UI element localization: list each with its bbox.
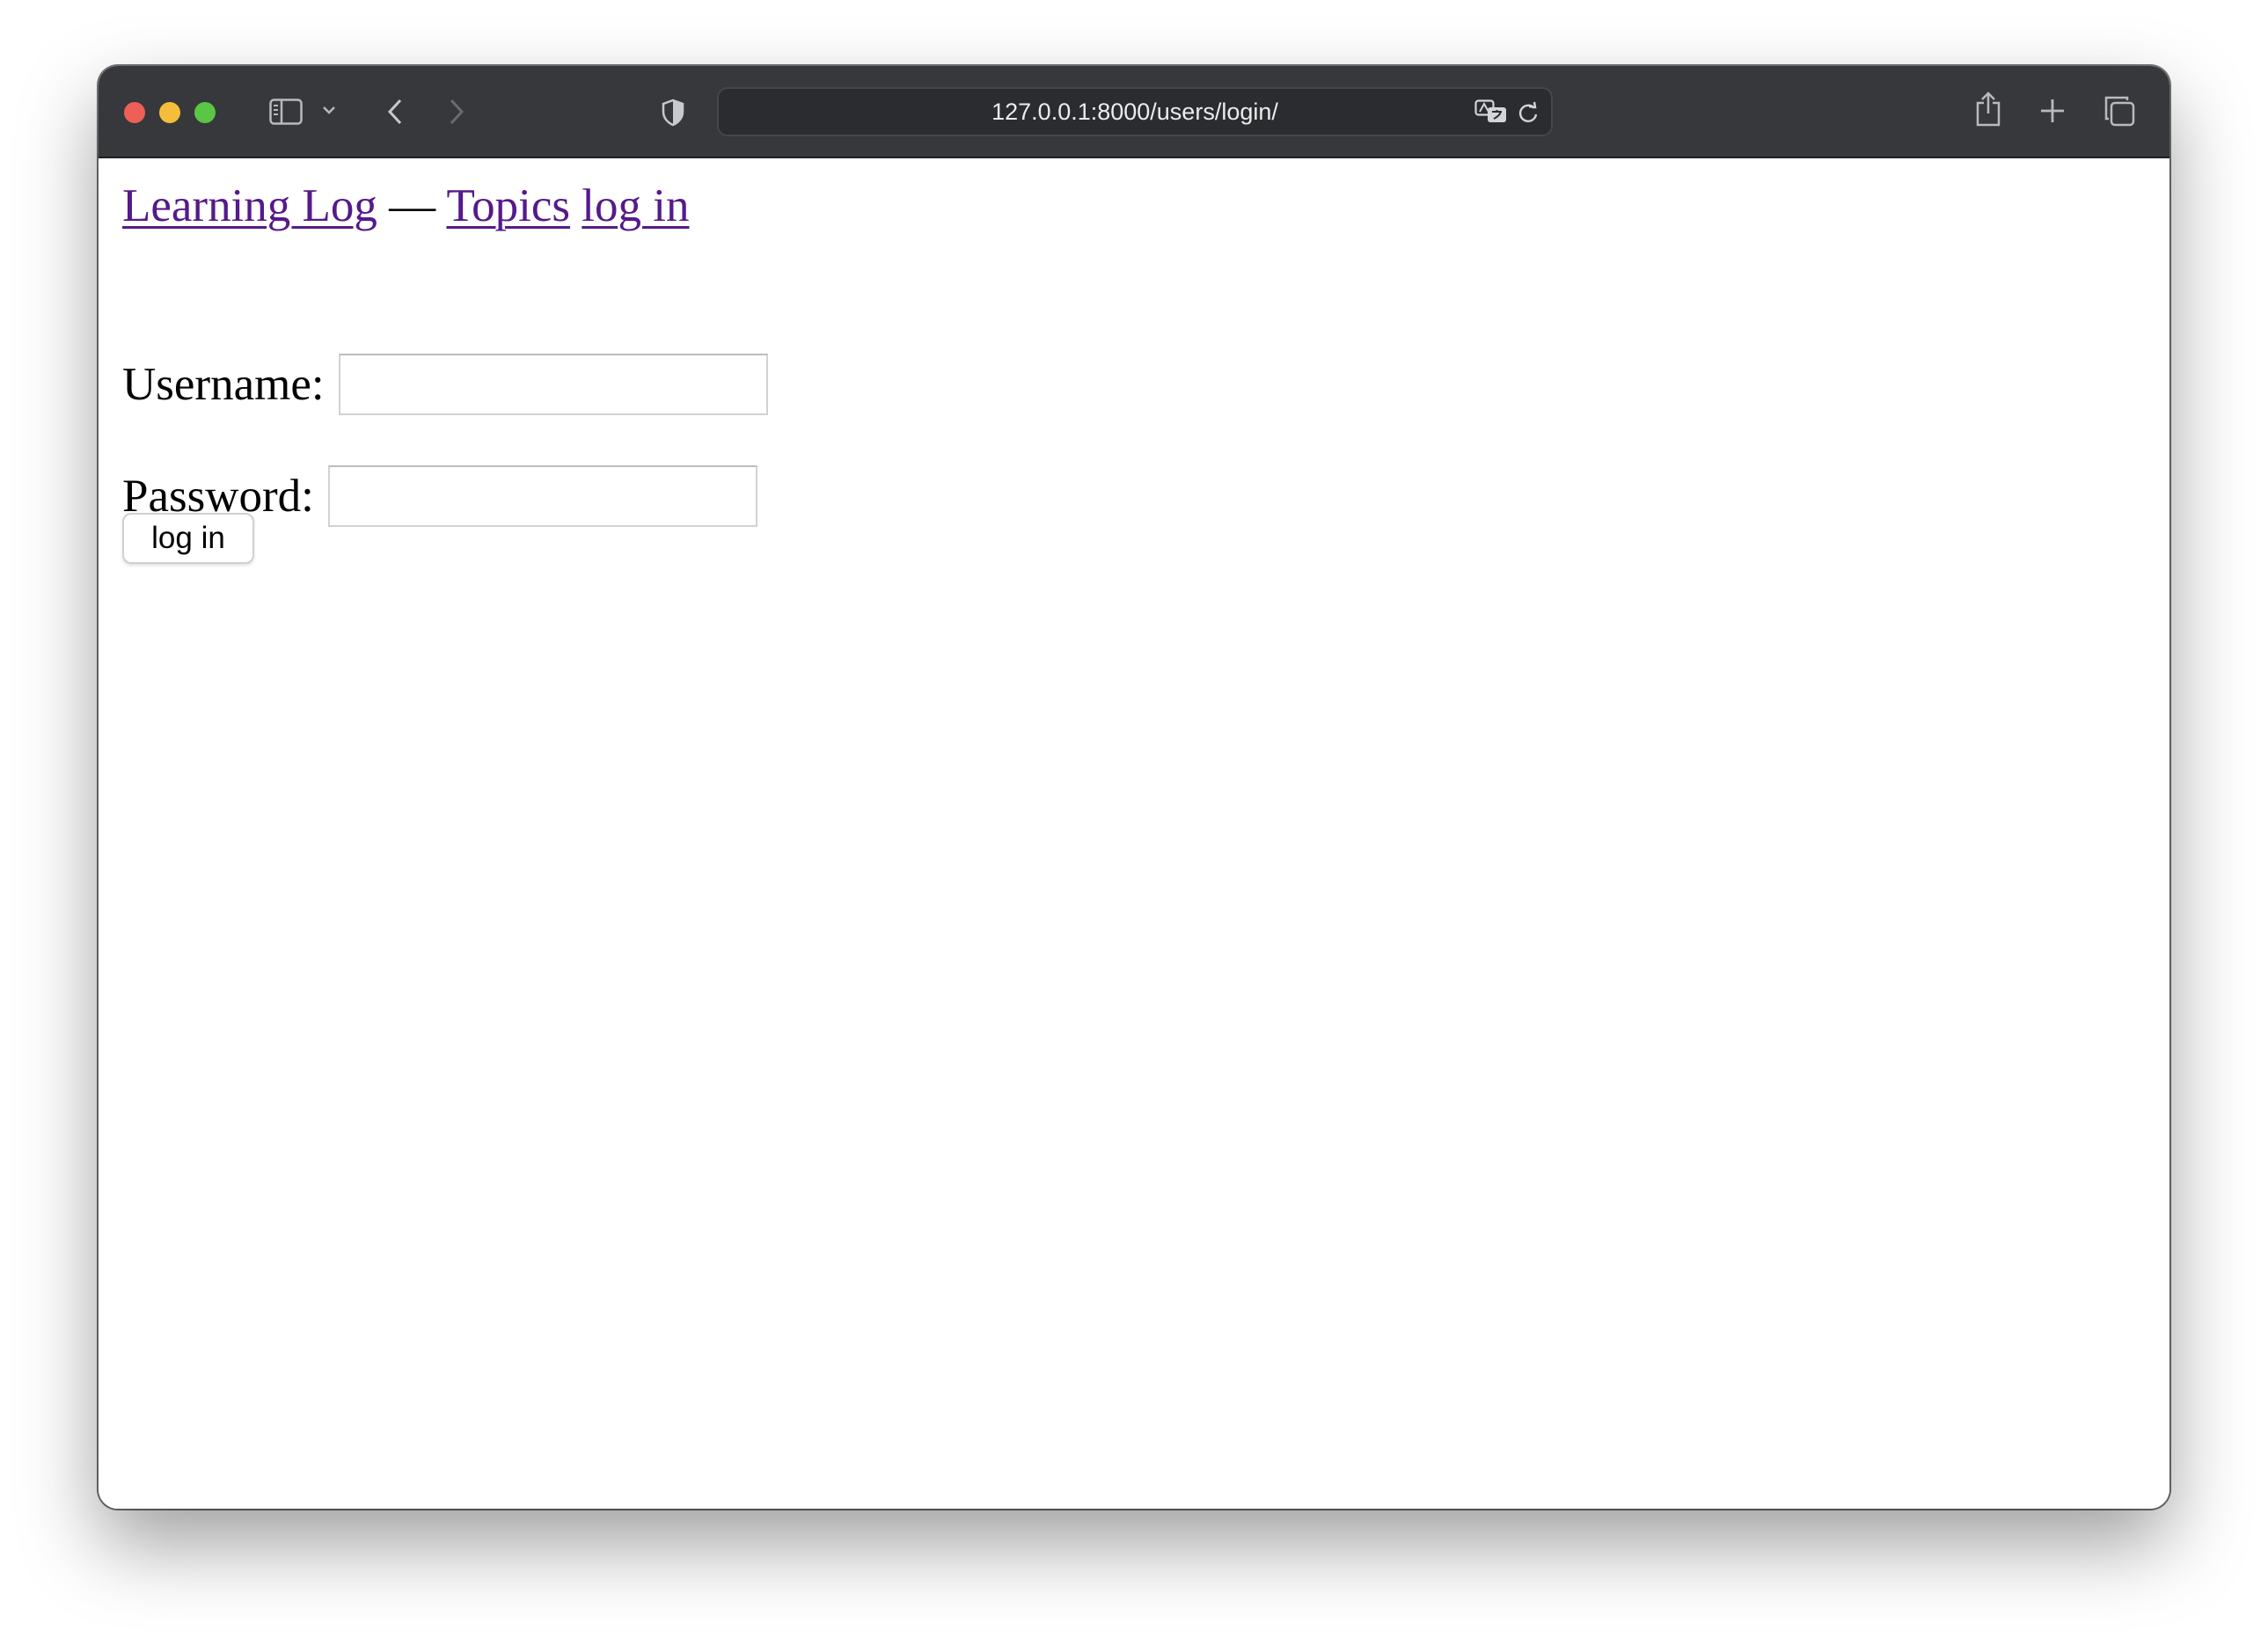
back-icon[interactable] <box>380 94 410 129</box>
sidebar-icon[interactable] <box>268 94 304 129</box>
zoom-window-button[interactable] <box>194 102 216 123</box>
address-bar[interactable]: 127.0.0.1:8000/users/login/ <box>717 87 1553 136</box>
home-link[interactable]: Learning Log <box>122 180 377 231</box>
login-submit-button[interactable]: log in <box>122 513 254 564</box>
new-tab-icon[interactable] <box>2038 96 2067 126</box>
username-input[interactable] <box>338 354 768 415</box>
chevron-down-icon[interactable] <box>320 101 338 119</box>
username-label: Username: <box>122 358 325 410</box>
tab-overview-icon[interactable] <box>2103 94 2136 128</box>
share-icon[interactable] <box>1972 89 2004 129</box>
site-nav: Learning Log — Topics log in <box>122 183 689 230</box>
desktop-backdrop: 127.0.0.1:8000/users/login/ Learning Log… <box>0 0 2268 1638</box>
url-text: 127.0.0.1:8000/users/login/ <box>991 99 1278 125</box>
shield-icon[interactable] <box>658 97 688 128</box>
reload-icon[interactable] <box>1516 99 1540 126</box>
page-content: Learning Log — Topics log in Username: P… <box>99 158 2169 1509</box>
browser-toolbar: 127.0.0.1:8000/users/login/ <box>99 66 2169 158</box>
browser-window: 127.0.0.1:8000/users/login/ Learning Log… <box>99 66 2169 1509</box>
login-link[interactable]: log in <box>582 180 689 231</box>
translate-icon[interactable] <box>1474 98 1509 126</box>
nav-separator: — <box>389 180 436 231</box>
topics-link[interactable]: Topics <box>446 180 570 231</box>
close-window-button[interactable] <box>124 102 145 123</box>
username-row: Username: <box>122 354 768 415</box>
minimize-window-button[interactable] <box>159 102 180 123</box>
forward-icon[interactable] <box>442 94 472 129</box>
password-input[interactable] <box>327 465 757 527</box>
